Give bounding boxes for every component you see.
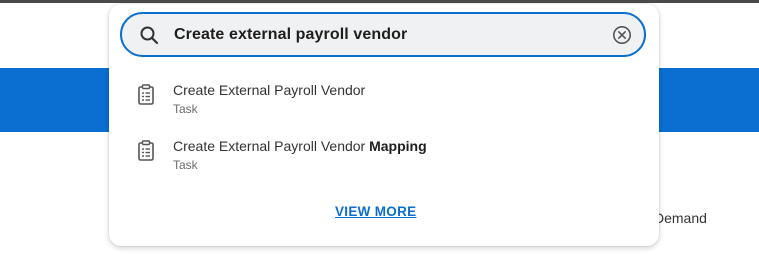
search-result-item[interactable]: Create External Payroll Vendor Task: [109, 82, 659, 130]
result-title: Create External Payroll Vendor: [173, 82, 366, 98]
search-dropdown-panel: Create external payroll vendor Create Ex…: [109, 4, 659, 246]
clear-icon[interactable]: [612, 25, 632, 45]
top-border: [0, 0, 759, 3]
background-partial-text: Demand: [654, 210, 707, 226]
result-type-label: Task: [173, 158, 198, 172]
result-title: Create External Payroll Vendor Mapping: [173, 138, 427, 154]
search-result-item[interactable]: Create External Payroll Vendor Mapping T…: [109, 138, 659, 186]
view-more-link[interactable]: VIEW MORE: [335, 204, 416, 219]
task-document-icon: [138, 84, 154, 105]
result-type-label: Task: [173, 102, 198, 116]
search-input[interactable]: Create external payroll vendor: [120, 12, 646, 57]
search-icon: [140, 26, 159, 45]
search-query-text[interactable]: Create external payroll vendor: [174, 26, 407, 44]
task-document-icon: [138, 140, 154, 161]
